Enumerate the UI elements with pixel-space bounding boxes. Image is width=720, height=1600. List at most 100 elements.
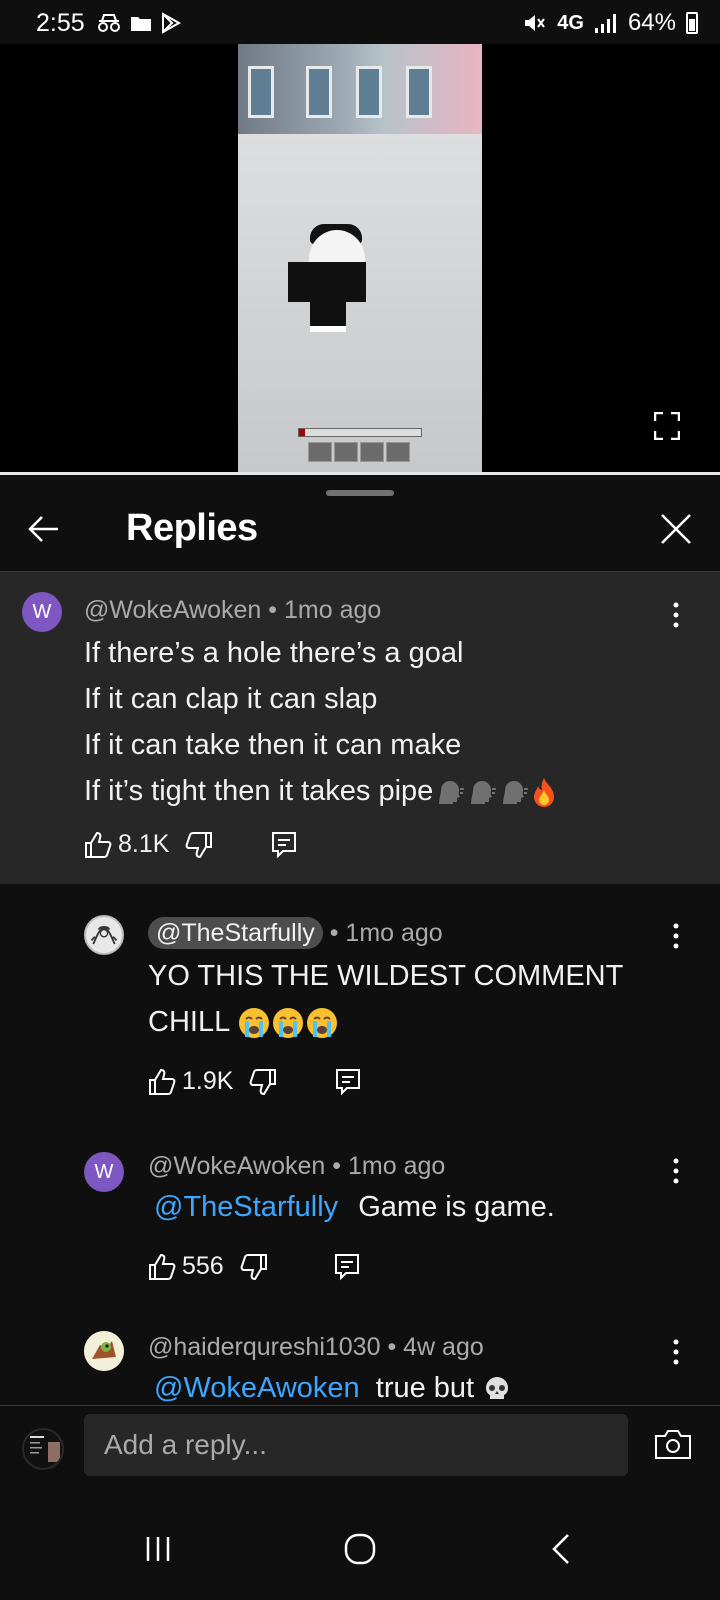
comment-body: YO THIS THE WILDEST COMMENT CHILL <box>148 953 623 1045</box>
loudly-crying-emoji-icon <box>307 1008 338 1039</box>
recent-apps-icon[interactable] <box>138 1529 178 1569</box>
comment-body: If there’s a hole there’s a goal If it c… <box>84 630 559 814</box>
comment-line-with-emoji: If it’s tight then it takes pipe <box>84 768 559 814</box>
back-nav-icon[interactable] <box>542 1529 582 1569</box>
reply-bar <box>0 1405 720 1503</box>
more-vert-icon[interactable] <box>666 1337 686 1367</box>
thumbs-down-icon[interactable] <box>185 831 213 859</box>
character-legs <box>310 300 346 332</box>
more-vert-icon[interactable] <box>666 921 686 951</box>
close-icon[interactable] <box>658 511 694 547</box>
loudly-crying-emoji-icon <box>239 1008 270 1039</box>
hotbar-slot <box>360 442 384 462</box>
meta-separator: • <box>268 596 284 624</box>
signal-icon <box>594 14 616 33</box>
avatar[interactable] <box>84 915 124 955</box>
battery-icon <box>686 12 698 34</box>
comment-actions: 556 <box>148 1252 360 1281</box>
comment-text: true but <box>375 1372 475 1404</box>
fullscreen-icon[interactable] <box>654 412 680 440</box>
avatar[interactable]: W <box>84 1152 124 1192</box>
thumbs-up-icon[interactable] <box>148 1068 176 1096</box>
status-right: 4G 64% <box>523 9 698 37</box>
meta-separator: • <box>329 919 346 947</box>
comment-age: 4w ago <box>403 1333 484 1361</box>
home-icon[interactable] <box>340 1529 380 1569</box>
sheet-title: Replies <box>126 507 258 549</box>
speaking-head-emoji-icon <box>439 781 465 805</box>
comment-text: Game is game. <box>358 1191 555 1223</box>
scene-window <box>306 66 332 118</box>
fire-emoji-icon <box>534 778 555 808</box>
comment-body: @WokeAwoken true but <box>154 1365 512 1407</box>
reply-icon[interactable] <box>335 1068 361 1096</box>
camera-icon[interactable] <box>654 1428 692 1460</box>
comment-line: If it can take then it can make <box>84 729 462 761</box>
creator-author-chip[interactable]: @TheStarfully <box>148 917 323 949</box>
arrow-left-icon[interactable] <box>26 511 62 547</box>
drag-handle[interactable] <box>326 490 394 496</box>
comment-line: If there’s a hole there’s a goal <box>84 637 464 669</box>
user-avatar[interactable] <box>22 1428 64 1470</box>
reply-icon[interactable] <box>271 831 297 859</box>
game-hotbar <box>308 442 410 462</box>
meta-separator: • <box>332 1152 348 1180</box>
hotbar-slot <box>308 442 332 462</box>
thumbs-up-icon[interactable] <box>84 831 112 859</box>
comment-meta: @WokeAwoken • 1mo ago <box>148 1152 445 1181</box>
avatar[interactable]: W <box>22 592 62 632</box>
comment-line: If it’s tight then it takes pipe <box>84 775 434 807</box>
thumbs-up-icon[interactable] <box>148 1253 176 1281</box>
reply-comment: @haiderqureshi1030 • 4w ago @WokeAwoken … <box>0 1331 720 1407</box>
game-health-bar <box>298 428 422 437</box>
comment-age: 1mo ago <box>283 596 382 624</box>
network-label: 4G <box>557 11 584 34</box>
hotbar-slot <box>386 442 410 462</box>
sheet-header: Replies <box>0 501 720 557</box>
avatar[interactable] <box>84 1331 124 1371</box>
speaking-head-emoji-icon <box>503 781 529 805</box>
comment-author[interactable]: @haiderqureshi1030 <box>148 1333 380 1361</box>
speaking-head-emoji-icon <box>471 781 497 805</box>
mute-icon <box>525 15 546 31</box>
comment-meta: @WokeAwoken • 1mo ago <box>84 596 381 625</box>
like-count: 8.1K <box>118 830 170 858</box>
highlighted-comment: W @WokeAwoken • 1mo ago If there’s a hol… <box>0 572 720 884</box>
comment-actions: 1.9K <box>148 1067 361 1096</box>
comment-actions: 8.1K <box>84 830 297 859</box>
avatar-sketch-icon <box>90 926 118 945</box>
comment-meta: @haiderqureshi1030 • 4w ago <box>148 1333 484 1362</box>
comment-meta: @TheStarfully • 1mo ago <box>148 917 443 949</box>
meta-separator: • <box>387 1333 404 1361</box>
loudly-crying-emoji-icon <box>273 1008 304 1039</box>
user-avatar-image-icon <box>24 1430 62 1468</box>
more-vert-icon[interactable] <box>666 1156 686 1186</box>
video-frame <box>238 44 482 472</box>
mention-link[interactable]: @TheStarfully <box>154 1191 338 1223</box>
comment-author[interactable]: @WokeAwoken <box>148 1152 325 1180</box>
comment-age: 1mo ago <box>345 919 443 947</box>
video-player[interactable] <box>0 44 720 474</box>
skull-emoji-icon <box>486 1377 509 1400</box>
comment-body: @TheStarfully Game is game. <box>154 1184 555 1230</box>
reply-input[interactable] <box>84 1414 628 1476</box>
like-count: 1.9K <box>182 1067 234 1095</box>
thumbs-down-icon[interactable] <box>240 1253 268 1281</box>
comment-line: YO THIS THE WILDEST COMMENT <box>148 960 624 992</box>
reply-comment: @TheStarfully • 1mo ago YO THIS THE WILD… <box>0 905 720 1125</box>
comment-age: 1mo ago <box>347 1152 446 1180</box>
mention-link[interactable]: @WokeAwoken <box>154 1372 360 1404</box>
scene-floor <box>238 134 482 472</box>
comment-line: If it can clap it can slap <box>84 683 378 715</box>
reply-icon[interactable] <box>334 1253 360 1281</box>
hotbar-slot <box>334 442 358 462</box>
folder-icon <box>131 17 151 31</box>
more-vert-icon[interactable] <box>666 600 686 630</box>
thumbs-down-icon[interactable] <box>249 1068 277 1096</box>
comment-line-with-emoji: CHILL <box>148 999 623 1045</box>
scene-window <box>406 66 432 118</box>
scene-window <box>248 66 274 118</box>
comment-line: CHILL <box>148 1006 230 1038</box>
comment-author[interactable]: @WokeAwoken <box>84 596 261 624</box>
status-time: 2:55 <box>36 9 85 37</box>
